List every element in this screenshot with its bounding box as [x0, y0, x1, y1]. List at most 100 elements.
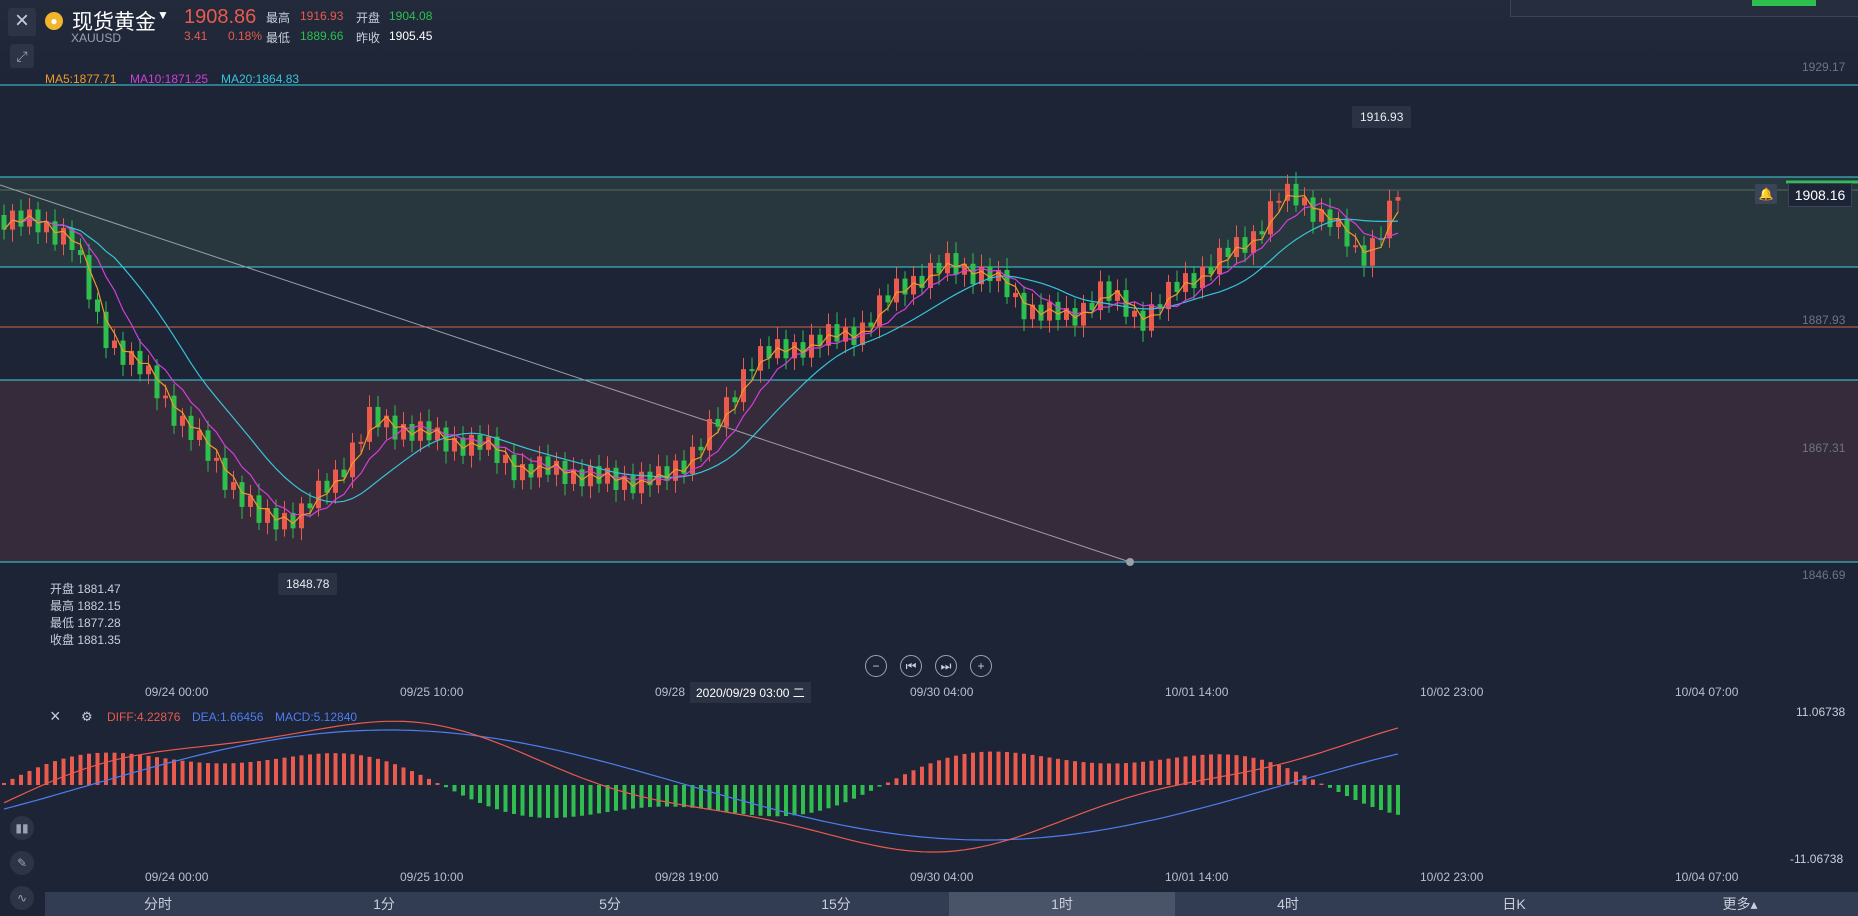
- macd-bar: [486, 785, 491, 807]
- prev-icon[interactable]: ⏮: [900, 655, 922, 677]
- macd-bar: [240, 762, 244, 785]
- macd-bar: [835, 785, 839, 806]
- macd-bar: [316, 753, 321, 785]
- macd-bar: [1362, 785, 1366, 804]
- macd-bar: [605, 785, 610, 813]
- zoom-out-icon[interactable]: −: [865, 655, 887, 677]
- macd-bar: [529, 785, 533, 817]
- macd-bar: [1039, 756, 1043, 785]
- macd-bar: [809, 785, 814, 813]
- macd-bar: [843, 785, 848, 803]
- macd-bar: [452, 785, 457, 792]
- macd-bar: [818, 785, 822, 811]
- line-icon[interactable]: ∿: [10, 886, 34, 910]
- macd-bar: [597, 785, 601, 814]
- tab-more[interactable]: 更多▴: [1627, 892, 1853, 916]
- macd-bar: [248, 761, 253, 785]
- macd-bar: [758, 785, 763, 816]
- candle-body: [180, 415, 185, 426]
- macd-bar: [860, 785, 865, 795]
- candle-body: [1217, 247, 1222, 275]
- macd-bar: [894, 778, 899, 785]
- candle-body: [163, 395, 168, 399]
- macd-bar: [214, 763, 219, 785]
- tab-1hour[interactable]: 1时: [949, 892, 1175, 916]
- candle-body: [418, 421, 423, 441]
- tab-15min[interactable]: 15分: [723, 892, 949, 916]
- macd-bar: [911, 770, 916, 785]
- tab-4hour[interactable]: 4时: [1175, 892, 1401, 916]
- axis-label-4: 1846.69: [1802, 568, 1846, 582]
- candle-body: [1353, 245, 1358, 248]
- bell-icon[interactable]: 🔔: [1755, 184, 1777, 204]
- candle-body: [953, 253, 959, 275]
- macd-bar: [1328, 785, 1332, 788]
- macd-bar: [342, 753, 346, 785]
- macd-bar: [384, 761, 389, 785]
- macd-bar: [877, 785, 882, 787]
- candle-body: [885, 295, 891, 303]
- candle-body: [1021, 292, 1027, 320]
- macd-bar: [1183, 756, 1188, 785]
- chart-canvas[interactable]: [0, 0, 1858, 916]
- macd-bar: [444, 785, 448, 788]
- candle-body: [27, 209, 32, 227]
- pencil-icon[interactable]: ✎: [10, 851, 34, 875]
- tab-5min[interactable]: 5分: [497, 892, 723, 916]
- candle-body: [307, 503, 313, 509]
- candle-body: [1293, 183, 1299, 206]
- macd-bar: [282, 757, 287, 785]
- candle-body: [1276, 200, 1282, 203]
- macd-bar: [682, 785, 686, 808]
- trend-line-handle[interactable]: [1126, 558, 1134, 566]
- candle-body: [741, 369, 746, 403]
- candle-body: [868, 322, 874, 327]
- candle-body: [664, 466, 670, 481]
- date-label-6: 10/02 23:00: [1420, 685, 1484, 699]
- macd-bar: [299, 755, 304, 785]
- tab-daily[interactable]: 日K: [1401, 892, 1627, 916]
- macd-bar: [1158, 759, 1162, 785]
- macd-bar: [1090, 762, 1094, 785]
- macd-bar: [1175, 757, 1179, 785]
- macd-bar: [554, 785, 559, 818]
- macd-bar: [367, 756, 372, 785]
- macd-bar: [690, 785, 695, 808]
- candle-body: [1055, 301, 1061, 320]
- gear-icon[interactable]: ⚙: [81, 709, 93, 725]
- macd-bar: [1107, 763, 1111, 785]
- macd-bar: [665, 785, 669, 807]
- macd-bar: [1345, 785, 1349, 797]
- macd-bar: [1192, 755, 1196, 785]
- close-icon[interactable]: ×: [50, 706, 61, 727]
- macd-bar: [1353, 785, 1358, 800]
- macd-bar: [512, 785, 516, 814]
- macd-bar: [1166, 758, 1171, 785]
- candle-body: [783, 339, 789, 359]
- macd-bar: [750, 785, 754, 816]
- zoom-in-icon[interactable]: +: [970, 655, 992, 677]
- macd-bar: [571, 785, 576, 817]
- candle-body: [1370, 238, 1375, 266]
- candle-body: [1013, 292, 1018, 298]
- macd-bar: [971, 752, 975, 785]
- tab-1min[interactable]: 1分: [271, 892, 497, 916]
- candle-body: [358, 441, 364, 444]
- candle-body: [222, 457, 228, 490]
- macd-bar: [461, 785, 465, 796]
- macd-label: MACD:5.12840: [275, 710, 358, 724]
- tab-time-share[interactable]: 分时: [45, 892, 271, 916]
- macd-bar: [291, 756, 295, 785]
- macd-bar: [61, 758, 66, 785]
- macd-bar: [1319, 783, 1324, 785]
- macd-bar: [189, 761, 193, 785]
- macd-bar: [869, 785, 873, 791]
- dea-label: DEA:1.66456: [192, 710, 264, 724]
- macd-bar: [308, 754, 312, 785]
- indicator-icon[interactable]: ▮▮: [10, 816, 34, 840]
- candle-body: [239, 482, 245, 507]
- macd-bar: [1370, 785, 1375, 808]
- next-icon[interactable]: ⏭: [935, 655, 957, 677]
- macd-bar: [1073, 761, 1077, 785]
- candle-body: [1259, 231, 1265, 235]
